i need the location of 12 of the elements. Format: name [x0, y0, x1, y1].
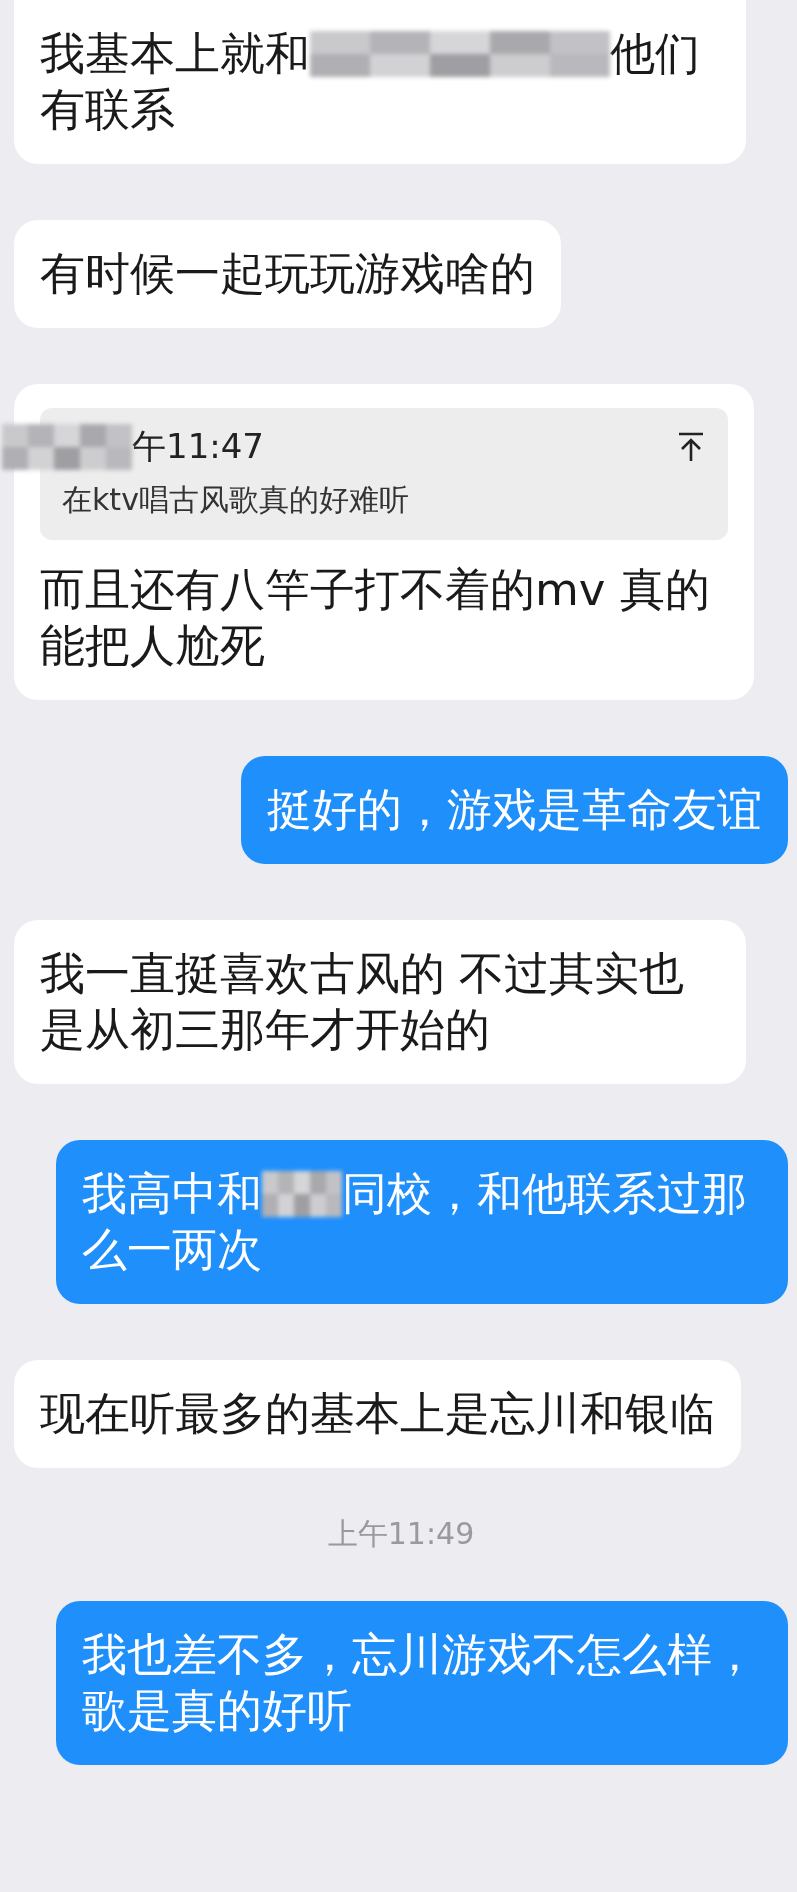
message-text: 而且还有八竿子打不着的mv 真的能把人尬死	[40, 562, 711, 674]
message-text: 我也差不多，忘川游戏不怎么样，歌是真的好听	[82, 1627, 758, 1739]
quote-time: 午11:47	[132, 425, 264, 468]
message-text: 我基本上就和 他们有联系	[40, 26, 701, 138]
message-text: 有时候一起玩玩游戏啥的	[40, 246, 535, 302]
message-text: 我高中和 同校，和他联系过那么一两次	[82, 1166, 748, 1278]
message-text: 现在听最多的基本上是忘川和银临	[40, 1386, 715, 1442]
message-text: 挺好的，游戏是革命友谊	[267, 782, 762, 838]
scroll-to-top-icon[interactable]	[676, 431, 706, 463]
timestamp: 上午11:49	[326, 1515, 476, 1553]
quoted-text: 在ktv唱古风歌真的好难听	[62, 481, 410, 519]
message-text: 我一直挺喜欢古风的 不过其实也是从初三那年才开始的	[40, 946, 686, 1058]
